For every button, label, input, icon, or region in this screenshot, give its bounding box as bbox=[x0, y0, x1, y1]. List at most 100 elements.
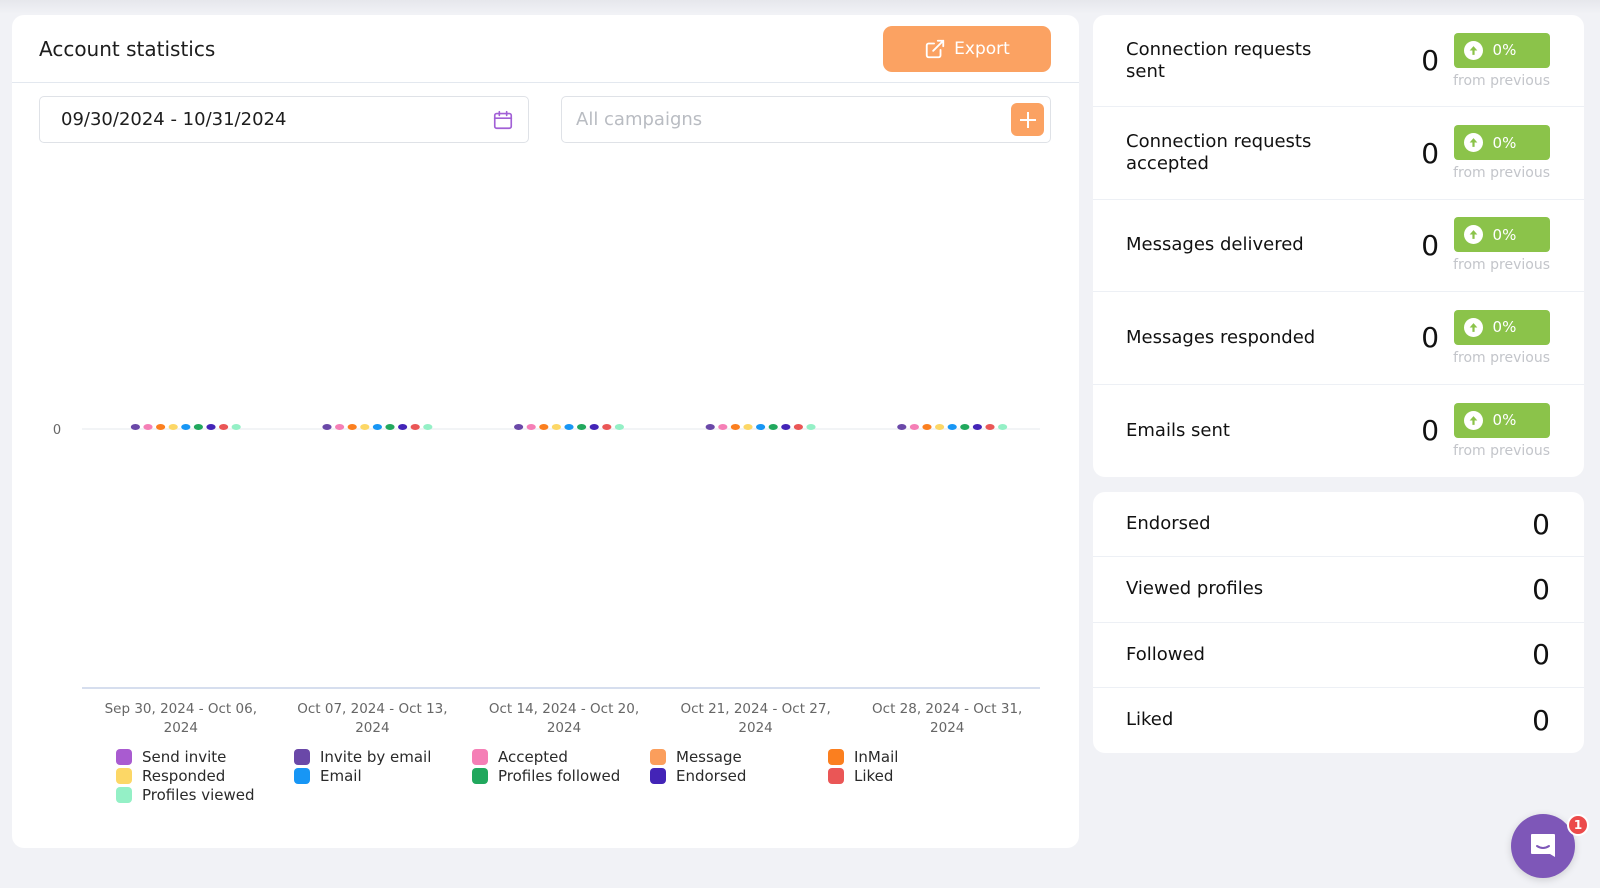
data-point-inmail bbox=[539, 424, 549, 430]
data-point-inmail bbox=[347, 424, 357, 430]
legend-item[interactable]: Profiles viewed bbox=[116, 785, 294, 804]
arrow-up-icon bbox=[1463, 410, 1483, 430]
legend-label: Message bbox=[676, 747, 742, 766]
data-point-profiles-followed bbox=[385, 424, 395, 430]
data-point-email bbox=[756, 424, 766, 430]
change-badge: 0% bbox=[1453, 217, 1550, 253]
data-point-invite-by-email bbox=[322, 424, 332, 430]
data-point-profiles-followed bbox=[768, 424, 778, 430]
data-point-endorsed bbox=[972, 424, 983, 430]
legend-label: Invite by email bbox=[320, 747, 432, 766]
arrow-up-icon bbox=[1463, 317, 1483, 337]
top-shade bbox=[0, 0, 1600, 14]
legend-item[interactable]: Accepted bbox=[472, 747, 650, 766]
arrow-up-icon bbox=[1463, 40, 1483, 60]
stat-row: Emails sent 0 0% from previous bbox=[1093, 385, 1584, 477]
data-point-responded bbox=[360, 424, 370, 430]
legend-column: InMail Liked bbox=[828, 747, 1006, 804]
legend-label: Email bbox=[320, 766, 362, 785]
data-point-responded bbox=[935, 424, 945, 430]
data-point-email bbox=[947, 424, 957, 430]
data-point-profiles-viewed bbox=[998, 424, 1008, 430]
stat-row: Endorsed 0 bbox=[1093, 492, 1584, 558]
data-point-responded bbox=[551, 424, 562, 430]
legend-label: Profiles followed bbox=[498, 766, 621, 785]
legend-label: Responded bbox=[142, 766, 226, 785]
stat-value: 0 bbox=[1421, 44, 1440, 78]
data-point-profiles-followed bbox=[577, 424, 587, 430]
stat-label: Emails sent bbox=[1126, 419, 1230, 441]
legend-swatch bbox=[116, 748, 132, 765]
change-indicator: 0% from previous bbox=[1453, 309, 1550, 366]
legend-item[interactable]: Liked bbox=[828, 766, 1006, 785]
legend-swatch bbox=[294, 767, 310, 784]
chat-icon bbox=[1531, 834, 1555, 857]
account-statistics-card: Account statistics Export 09/30/2024 - 1… bbox=[12, 15, 1079, 848]
change-percent: 0% bbox=[1492, 318, 1517, 337]
legend-swatch bbox=[472, 767, 488, 784]
legend-item[interactable]: Message bbox=[650, 747, 828, 766]
change-percent: 0% bbox=[1492, 411, 1517, 430]
stat-value: 0 bbox=[1532, 572, 1550, 606]
stat-values: 0 0% from previous bbox=[1421, 309, 1550, 366]
stat-row: Messages responded 0 0% from previous bbox=[1093, 292, 1584, 385]
change-note: from previous bbox=[1453, 165, 1550, 182]
data-point-liked bbox=[985, 424, 995, 430]
change-indicator: 0% from previous bbox=[1453, 402, 1550, 459]
data-point-profiles-viewed bbox=[614, 424, 625, 430]
primary-stats-card: Connection requests sent 0 0% from previ… bbox=[1093, 15, 1584, 477]
stat-label: Connection requests sent bbox=[1126, 38, 1312, 82]
legend-item[interactable]: Endorsed bbox=[650, 766, 828, 785]
x-tick-label: 2024 bbox=[164, 720, 198, 736]
legend-label: Endorsed bbox=[676, 766, 747, 785]
data-point-invite-by-email bbox=[130, 424, 140, 430]
data-point-accepted bbox=[909, 424, 920, 430]
stat-row: Followed 0 bbox=[1093, 623, 1584, 688]
legend-item[interactable]: Profiles followed bbox=[472, 766, 650, 785]
x-tick-label: Oct 07, 2024 - Oct 13, bbox=[297, 701, 447, 717]
change-percent: 0% bbox=[1492, 133, 1517, 152]
chat-launcher-button[interactable] bbox=[1511, 814, 1575, 878]
x-tick-label: Oct 14, 2024 - Oct 20, bbox=[489, 701, 639, 717]
legend-item[interactable]: Send invite bbox=[116, 747, 294, 766]
stat-value: 0 bbox=[1421, 321, 1440, 355]
legend-swatch bbox=[650, 748, 666, 765]
stat-value: 0 bbox=[1421, 228, 1440, 262]
change-indicator: 0% from previous bbox=[1453, 217, 1550, 273]
change-badge: 0% bbox=[1453, 32, 1550, 68]
legend-item[interactable]: InMail bbox=[828, 747, 1006, 766]
legend-item[interactable]: Invite by email bbox=[294, 747, 472, 766]
legend-item[interactable]: Email bbox=[294, 766, 472, 785]
stat-value: 0 bbox=[1421, 136, 1440, 170]
data-point-inmail bbox=[922, 424, 932, 430]
data-point-profiles-viewed bbox=[423, 424, 433, 430]
change-percent: 0% bbox=[1492, 41, 1517, 60]
legend-column: Accepted Profiles followed bbox=[472, 747, 650, 804]
change-indicator: 0% from previous bbox=[1453, 125, 1550, 181]
data-point-profiles-viewed bbox=[231, 424, 241, 430]
stat-row: Liked 0 bbox=[1093, 688, 1584, 753]
change-note: from previous bbox=[1453, 349, 1550, 366]
legend-label: Profiles viewed bbox=[142, 785, 255, 804]
stat-row: Messages delivered 0 0% from previous bbox=[1093, 200, 1584, 293]
stat-row: Viewed profiles 0 bbox=[1093, 557, 1584, 623]
legend-swatch bbox=[650, 767, 666, 784]
change-note: from previous bbox=[1453, 72, 1550, 89]
stat-label: Connection requests accepted bbox=[1126, 131, 1312, 175]
arrow-up-icon bbox=[1463, 133, 1483, 153]
data-point-responded bbox=[168, 424, 178, 430]
data-point-invite-by-email bbox=[514, 424, 524, 430]
stat-row: Connection requests accepted 0 0% from p… bbox=[1093, 107, 1584, 200]
data-point-invite-by-email bbox=[705, 424, 715, 430]
legend-item[interactable]: Responded bbox=[116, 766, 294, 785]
legend-swatch bbox=[116, 786, 132, 803]
legend-label: InMail bbox=[854, 747, 899, 766]
legend-swatch bbox=[116, 767, 132, 784]
change-note: from previous bbox=[1453, 257, 1550, 274]
legend-label: Send invite bbox=[142, 747, 227, 766]
data-point-endorsed bbox=[398, 424, 408, 430]
data-point-endorsed bbox=[206, 424, 216, 430]
change-badge: 0% bbox=[1453, 309, 1550, 345]
data-point-inmail bbox=[156, 424, 166, 430]
unread-badge: 1 bbox=[1567, 814, 1589, 836]
